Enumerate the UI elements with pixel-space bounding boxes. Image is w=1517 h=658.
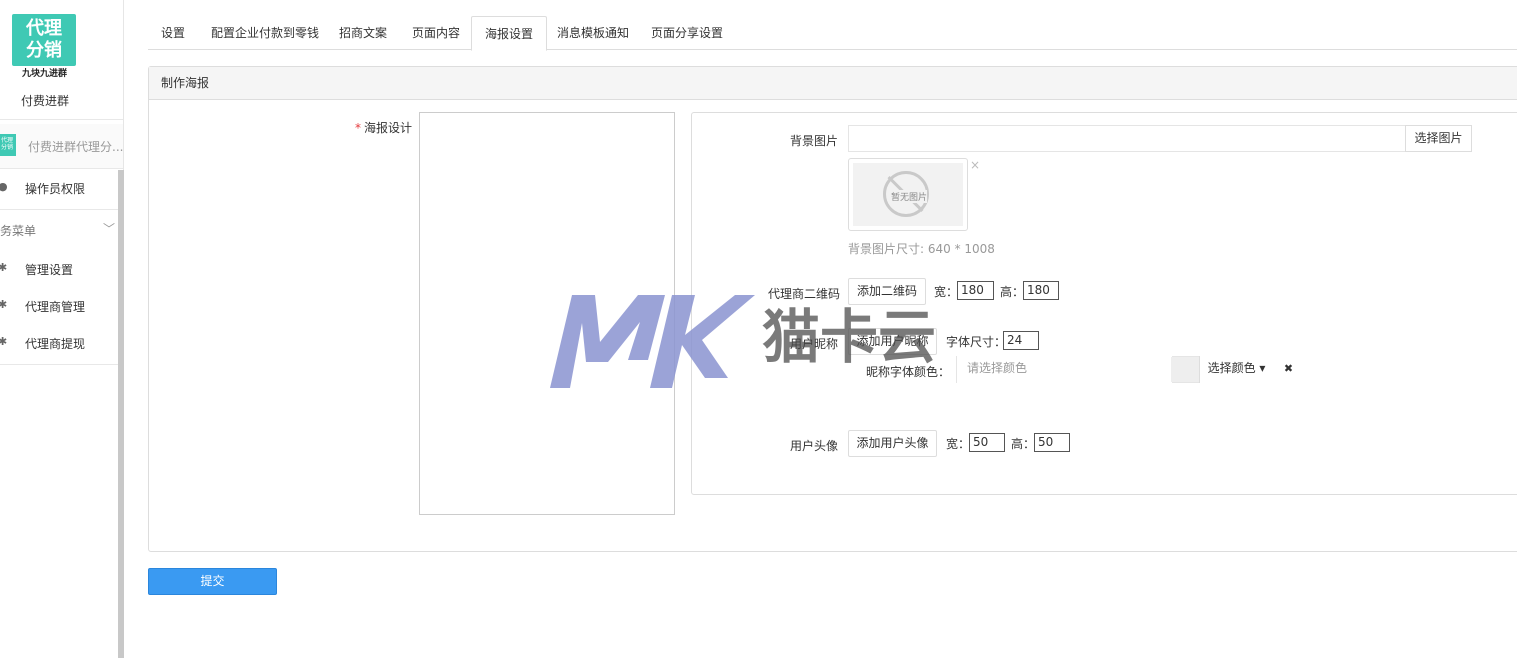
sidebar-item-label: 代理商提现 [25, 337, 86, 351]
sidebar-item-manage-settings[interactable]: ✱ 管理设置 [0, 259, 123, 281]
poster-settings-box: 背景图片 选择图片 暂无图片 × 背景图片尺寸: 640 * 1008 代理商二… [691, 112, 1517, 495]
gear-icon: ✱ [0, 261, 8, 274]
user-icon: ● [0, 180, 8, 193]
current-module-label: 付费进群代理分... [28, 140, 124, 154]
qr-width-label: 宽： [934, 285, 959, 299]
required-mark: * [355, 121, 361, 135]
module-logo-icon: 代理 分销 [0, 134, 16, 156]
agent-qr-label: 代理商二维码 [768, 287, 841, 301]
tab-recruit-copy[interactable]: 招商文案 [326, 16, 400, 50]
divider [0, 119, 123, 120]
poster-design-text: 海报设计 [364, 121, 413, 135]
bg-image-input[interactable] [848, 125, 1406, 152]
no-image-text: 暂无图片 [891, 190, 928, 203]
poster-canvas[interactable] [419, 112, 675, 515]
avatar-width-label: 宽： [946, 437, 971, 451]
divider [0, 168, 123, 169]
sidebar: 代理 分销 九块九进群 付费进群 代理 分销 付费进群代理分... ● 操作员权限… [0, 0, 124, 658]
tab-enterprise-payment[interactable]: 配置企业付款到零钱 [198, 16, 332, 50]
color-picker: 请选择颜色 选择颜色 ▾ ✖ [956, 356, 1304, 383]
font-size-label: 字体尺寸： [946, 335, 1007, 349]
image-placeholder: 暂无图片 [853, 163, 963, 226]
logo-line-2: 分销 [26, 40, 62, 61]
sidebar-scrollbar[interactable] [118, 170, 124, 658]
submit-button[interactable]: 提交 [148, 568, 277, 595]
logo-subtitle: 九块九进群 [22, 69, 68, 79]
color-input[interactable]: 请选择颜色 [957, 356, 1172, 383]
sidebar-group-label: 务菜单 [0, 224, 37, 238]
avatar-label: 用户头像 [790, 439, 839, 453]
app-name[interactable]: 付费进群 [21, 92, 69, 109]
sidebar-item-agent-manage[interactable]: ✱ 代理商管理 [0, 296, 123, 318]
avatar-height-label: 高： [1011, 437, 1036, 451]
add-avatar-button[interactable]: 添加用户头像 [848, 430, 937, 457]
qr-height-input[interactable]: 180 [1023, 281, 1059, 300]
add-nickname-button[interactable]: 添加用户昵称 [848, 328, 937, 355]
sidebar-item-label: 管理设置 [25, 263, 74, 277]
bg-image-preview: 暂无图片 [848, 158, 968, 231]
tab-page-content[interactable]: 页面内容 [399, 16, 473, 50]
color-swatch [1171, 357, 1199, 382]
nickname-label: 用户昵称 [790, 337, 839, 351]
sidebar-item-agent-withdraw[interactable]: ✱ 代理商提现 [0, 333, 123, 355]
select-color-button[interactable]: 选择颜色 ▾ [1199, 356, 1274, 383]
chevron-down-icon: ﹀ [103, 222, 116, 236]
qr-height-label: 高： [1000, 285, 1025, 299]
sidebar-item-operator-permission[interactable]: ● 操作员权限 [0, 178, 123, 200]
tab-message-template[interactable]: 消息模板通知 [544, 16, 642, 50]
tab-poster-settings[interactable]: 海报设置 [471, 16, 548, 51]
poster-design-label: * 海报设计 [355, 119, 412, 136]
avatar-width-input[interactable]: 50 [969, 433, 1005, 452]
sidebar-group-header[interactable]: 务菜单 ﹀ [0, 222, 123, 242]
select-image-button[interactable]: 选择图片 [1405, 125, 1472, 152]
divider [0, 364, 123, 365]
gear-icon: ✱ [0, 298, 8, 311]
sidebar-border [123, 0, 124, 170]
bg-image-label: 背景图片 [790, 134, 839, 148]
font-size-input[interactable]: 24 [1003, 331, 1039, 350]
tab-bar: 设置 配置企业付款到零钱 招商文案 页面内容 海报设置 消息模板通知 页面分享设… [148, 16, 1517, 51]
bg-size-hint: 背景图片尺寸: 640 * 1008 [848, 242, 995, 256]
tab-settings[interactable]: 设置 [148, 16, 198, 50]
logo-line-1: 代理 [26, 18, 62, 39]
avatar-height-input[interactable]: 50 [1034, 433, 1070, 452]
sidebar-item-label: 操作员权限 [25, 182, 86, 196]
current-module[interactable]: 代理 分销 付费进群代理分... [0, 124, 123, 168]
gear-icon: ✱ [0, 335, 8, 348]
clear-color-icon[interactable]: ✖ [1273, 356, 1304, 383]
app-logo: 代理 分销 [12, 14, 76, 66]
panel-title: 制作海报 [149, 67, 1517, 100]
add-qr-button[interactable]: 添加二维码 [848, 278, 926, 305]
tab-page-share[interactable]: 页面分享设置 [638, 16, 736, 50]
remove-image-icon[interactable]: × [970, 158, 980, 172]
sidebar-item-label: 代理商管理 [25, 300, 86, 314]
poster-panel: 制作海报 * 海报设计 背景图片 选择图片 暂无图片 × 背景图片尺寸: 640 … [148, 66, 1517, 552]
divider [0, 209, 123, 210]
qr-width-input[interactable]: 180 [957, 281, 994, 300]
nickname-color-label: 昵称字体颜色： [866, 365, 951, 379]
